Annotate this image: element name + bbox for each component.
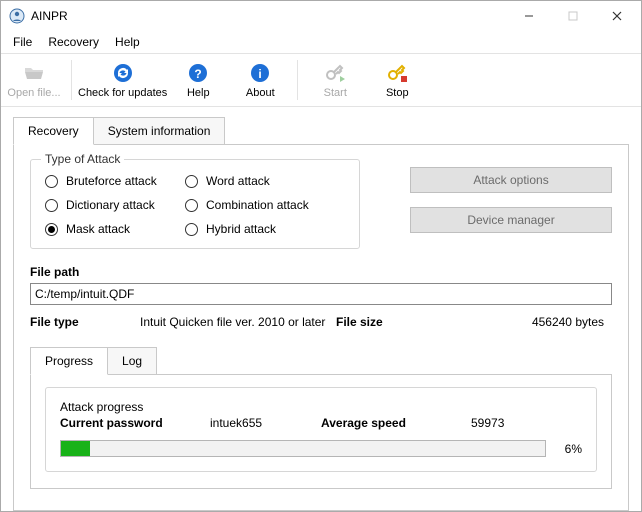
radio-hybrid[interactable]: Hybrid attack	[185, 222, 345, 236]
current-password-value: intuek655	[210, 416, 321, 430]
open-file-button[interactable]: Open file...	[3, 54, 65, 106]
minimize-button[interactable]	[507, 2, 551, 30]
menu-help[interactable]: Help	[107, 33, 148, 51]
close-button[interactable]	[595, 2, 639, 30]
svg-text:?: ?	[195, 67, 202, 81]
radio-dictionary[interactable]: Dictionary attack	[45, 198, 185, 212]
average-speed-label: Average speed	[321, 416, 471, 430]
file-size-value: 456240 bytes	[416, 315, 612, 329]
toolbar-separator	[297, 60, 298, 100]
progress-bar	[60, 440, 546, 457]
menu-recovery[interactable]: Recovery	[40, 33, 107, 51]
maximize-button[interactable]	[551, 2, 595, 30]
attack-options-button[interactable]: Attack options	[410, 167, 612, 193]
toolbar-separator	[71, 60, 72, 100]
key-stop-icon	[385, 61, 409, 85]
start-button[interactable]: Start	[304, 54, 366, 106]
key-start-icon	[323, 61, 347, 85]
about-button[interactable]: i About	[229, 54, 291, 106]
radio-bruteforce[interactable]: Bruteforce attack	[45, 174, 185, 188]
refresh-icon	[111, 61, 135, 85]
recovery-panel: Type of Attack Bruteforce attack Word at…	[13, 144, 629, 511]
average-speed-value: 59973	[471, 416, 582, 430]
toolbar: Open file... Check for updates ? Help i …	[1, 53, 641, 107]
tab-progress[interactable]: Progress	[30, 347, 108, 375]
radio-combination[interactable]: Combination attack	[185, 198, 345, 212]
check-updates-button[interactable]: Check for updates	[78, 54, 167, 106]
progress-bar-fill	[61, 441, 90, 456]
titlebar: AINPR	[1, 1, 641, 31]
file-type-label: File type	[30, 315, 140, 329]
radio-mask[interactable]: Mask attack	[45, 222, 185, 236]
app-window: AINPR File Recovery Help Open file... Ch…	[0, 0, 642, 512]
main-tabs: Recovery System information	[13, 117, 629, 144]
help-button[interactable]: ? Help	[167, 54, 229, 106]
help-icon: ?	[186, 61, 210, 85]
tab-recovery[interactable]: Recovery	[13, 117, 94, 145]
attack-progress-legend: Attack progress	[60, 400, 143, 414]
progress-percent: 6%	[554, 442, 582, 456]
current-password-label: Current password	[60, 416, 210, 430]
tab-log[interactable]: Log	[108, 347, 157, 374]
radio-word[interactable]: Word attack	[185, 174, 345, 188]
svg-text:i: i	[259, 67, 262, 81]
stop-button[interactable]: Stop	[366, 54, 428, 106]
attack-type-fieldset: Type of Attack Bruteforce attack Word at…	[30, 159, 360, 249]
file-path-label: File path	[30, 265, 612, 279]
menubar: File Recovery Help	[1, 31, 641, 53]
folder-open-icon	[22, 61, 46, 85]
info-icon: i	[248, 61, 272, 85]
device-manager-button[interactable]: Device manager	[410, 207, 612, 233]
file-size-label: File size	[336, 315, 416, 329]
attack-type-legend: Type of Attack	[41, 152, 124, 166]
app-icon	[9, 8, 25, 24]
window-title: AINPR	[31, 9, 507, 23]
file-type-value: Intuit Quicken file ver. 2010 or later	[140, 315, 336, 329]
attack-progress-box: Attack progress Current password intuek6…	[45, 387, 597, 472]
menu-file[interactable]: File	[5, 33, 40, 51]
progress-panel: Attack progress Current password intuek6…	[30, 374, 612, 489]
file-path-input[interactable]: C:/temp/intuit.QDF	[30, 283, 612, 305]
content-area: Recovery System information Type of Atta…	[1, 107, 641, 511]
tab-system-information[interactable]: System information	[94, 117, 226, 144]
